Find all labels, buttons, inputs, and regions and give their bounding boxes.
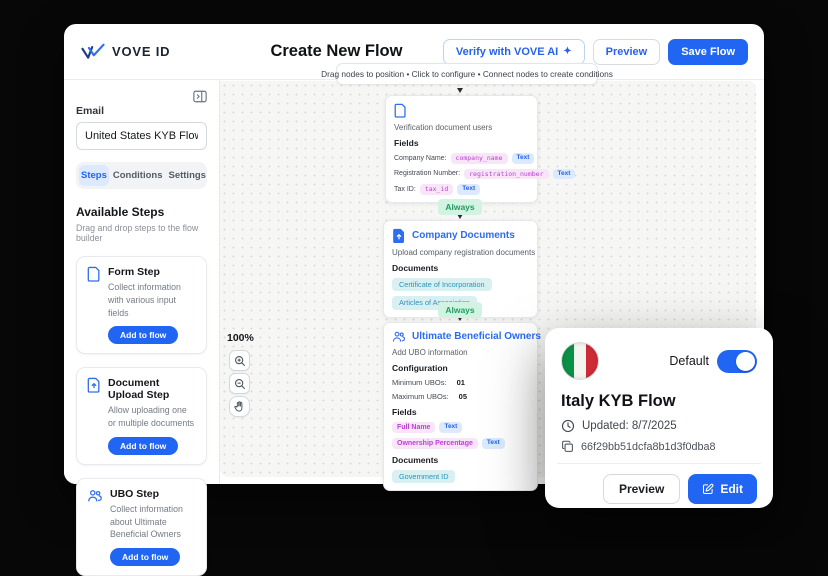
field-label: Tax ID: [394, 186, 416, 193]
connector-always-badge[interactable]: Always [438, 199, 482, 215]
divider [557, 463, 761, 464]
fields-section-title: Fields [394, 138, 529, 148]
connector-arrow [457, 88, 463, 93]
upload-document-icon [392, 228, 406, 243]
card-edit-button[interactable]: Edit [688, 474, 757, 504]
field-row: Ownership Percentage Text [392, 438, 529, 449]
save-flow-button[interactable]: Save Flow [668, 39, 748, 65]
logo-text: VOVE ID [112, 44, 170, 59]
config-row: Minimum UBOs: 01 [392, 378, 529, 387]
field-type-badge: Text [553, 169, 576, 180]
fields-section-title: Fields [392, 407, 529, 417]
flow-node-verification[interactable]: Verification document users Fields Compa… [385, 95, 538, 203]
add-to-flow-button[interactable]: Add to flow [108, 437, 178, 455]
field-name-badge: company_name [451, 153, 508, 164]
form-step-document-icon [87, 266, 101, 282]
step-title: Document Upload Step [108, 377, 196, 401]
config-value: 01 [457, 378, 465, 387]
email-label: Email [76, 105, 207, 117]
field-name-badge: tax_id [420, 184, 453, 195]
document-upload-icon [87, 377, 101, 393]
flow-node-ubo[interactable]: Ultimate Beneficial Owners Add UBO infor… [383, 322, 538, 491]
config-row: Maximum UBOs: 05 [392, 392, 529, 401]
italy-flag-icon [561, 342, 599, 380]
flow-name-input[interactable] [76, 122, 207, 150]
available-steps-subtitle: Drag and drop steps to the flow builder [76, 223, 207, 243]
page-title: Create New Flow [230, 42, 443, 61]
step-description: Collect information with various input f… [108, 281, 196, 319]
vove-logo-icon [80, 43, 106, 61]
tab-conditions[interactable]: Conditions [111, 165, 165, 186]
ubo-people-icon [87, 488, 103, 503]
hand-icon [233, 400, 246, 413]
edit-pencil-icon [702, 483, 714, 495]
step-description: Collect information about Ultimate Benef… [110, 503, 196, 541]
document-badge: Government ID [392, 470, 455, 483]
card-preview-button[interactable]: Preview [603, 474, 680, 504]
collapse-panel-icon[interactable] [193, 90, 207, 103]
field-name-badge: Full Name [392, 422, 435, 433]
zoom-out-icon [234, 378, 246, 390]
zoom-level-label: 100% [227, 332, 254, 344]
field-name-badge: Ownership Percentage [392, 438, 478, 449]
add-to-flow-button[interactable]: Add to flow [110, 548, 180, 566]
header-preview-button[interactable]: Preview [593, 39, 661, 65]
sparkle-icon: ✦ [563, 46, 571, 57]
pan-hand-button[interactable] [229, 396, 250, 417]
sidebar-tabs: Steps Conditions Settings [76, 162, 207, 189]
sidebar: Email Steps Conditions Settings Availabl… [64, 80, 220, 484]
available-steps-title: Available Steps [76, 205, 207, 219]
field-row: Company Name: company_name Text [394, 153, 529, 164]
step-card-document-upload[interactable]: Document Upload Step Allow uploading one… [76, 367, 207, 465]
step-card-form[interactable]: Form Step Collect information with vario… [76, 256, 207, 354]
italy-flow-card: Default Italy KYB Flow Updated: 8/7/2025… [545, 328, 773, 508]
toggle-knob [736, 352, 755, 371]
field-row: Registration Number: registration_number… [394, 169, 529, 180]
field-name-badge: registration_number [464, 169, 548, 180]
field-label: Registration Number: [394, 170, 460, 177]
zoom-in-icon [234, 355, 246, 367]
step-title: Form Step [108, 266, 196, 278]
config-value: 05 [459, 392, 467, 401]
document-icon [394, 103, 407, 118]
copy-icon[interactable] [561, 440, 574, 453]
ubo-people-icon [392, 330, 406, 343]
flow-id: 66f29bb51dcfa8b1d3f0dba8 [581, 441, 716, 453]
add-to-flow-button[interactable]: Add to flow [108, 326, 178, 344]
field-row: Full Name Text [392, 422, 529, 433]
zoom-in-button[interactable] [229, 350, 250, 371]
field-type-badge: Text [457, 184, 480, 195]
connector-always-badge[interactable]: Always [438, 302, 482, 318]
zoom-out-button[interactable] [229, 373, 250, 394]
flow-card-title: Italy KYB Flow [561, 392, 757, 411]
step-title: UBO Step [110, 488, 196, 500]
node-title: Ultimate Beneficial Owners [412, 331, 541, 342]
clock-icon [561, 419, 575, 433]
field-row: Tax ID: tax_id Text [394, 184, 529, 195]
verify-ai-button[interactable]: Verify with VOVE AI ✦ [443, 39, 585, 65]
node-subtitle: Upload company registration documents [392, 248, 529, 257]
config-label: Maximum UBOs: [392, 392, 449, 401]
field-type-badge: Text [512, 153, 535, 164]
configuration-section-title: Configuration [392, 363, 529, 373]
node-subtitle: Add UBO information [392, 348, 529, 357]
field-type-badge: Text [439, 422, 462, 433]
canvas-hint: Drag nodes to position • Click to config… [336, 63, 598, 85]
updated-text: Updated: 8/7/2025 [582, 420, 677, 432]
document-badge: Certificate of Incorporation [392, 278, 492, 291]
documents-section-title: Documents [392, 263, 529, 273]
tab-settings[interactable]: Settings [166, 165, 207, 186]
header-actions: Verify with VOVE AI ✦ Preview Save Flow [443, 39, 748, 65]
config-label: Minimum UBOs: [392, 378, 447, 387]
step-description: Allow uploading one or multiple document… [108, 404, 196, 430]
node-title: Company Documents [412, 230, 515, 241]
field-type-badge: Text [482, 438, 505, 449]
field-label: Company Name: [394, 155, 447, 162]
documents-section-title: Documents [392, 455, 529, 465]
tab-steps[interactable]: Steps [79, 165, 109, 186]
node-subtitle: Verification document users [394, 123, 529, 132]
step-card-ubo[interactable]: UBO Step Collect information about Ultim… [76, 478, 207, 576]
default-label: Default [669, 354, 709, 368]
default-toggle[interactable] [717, 350, 757, 373]
